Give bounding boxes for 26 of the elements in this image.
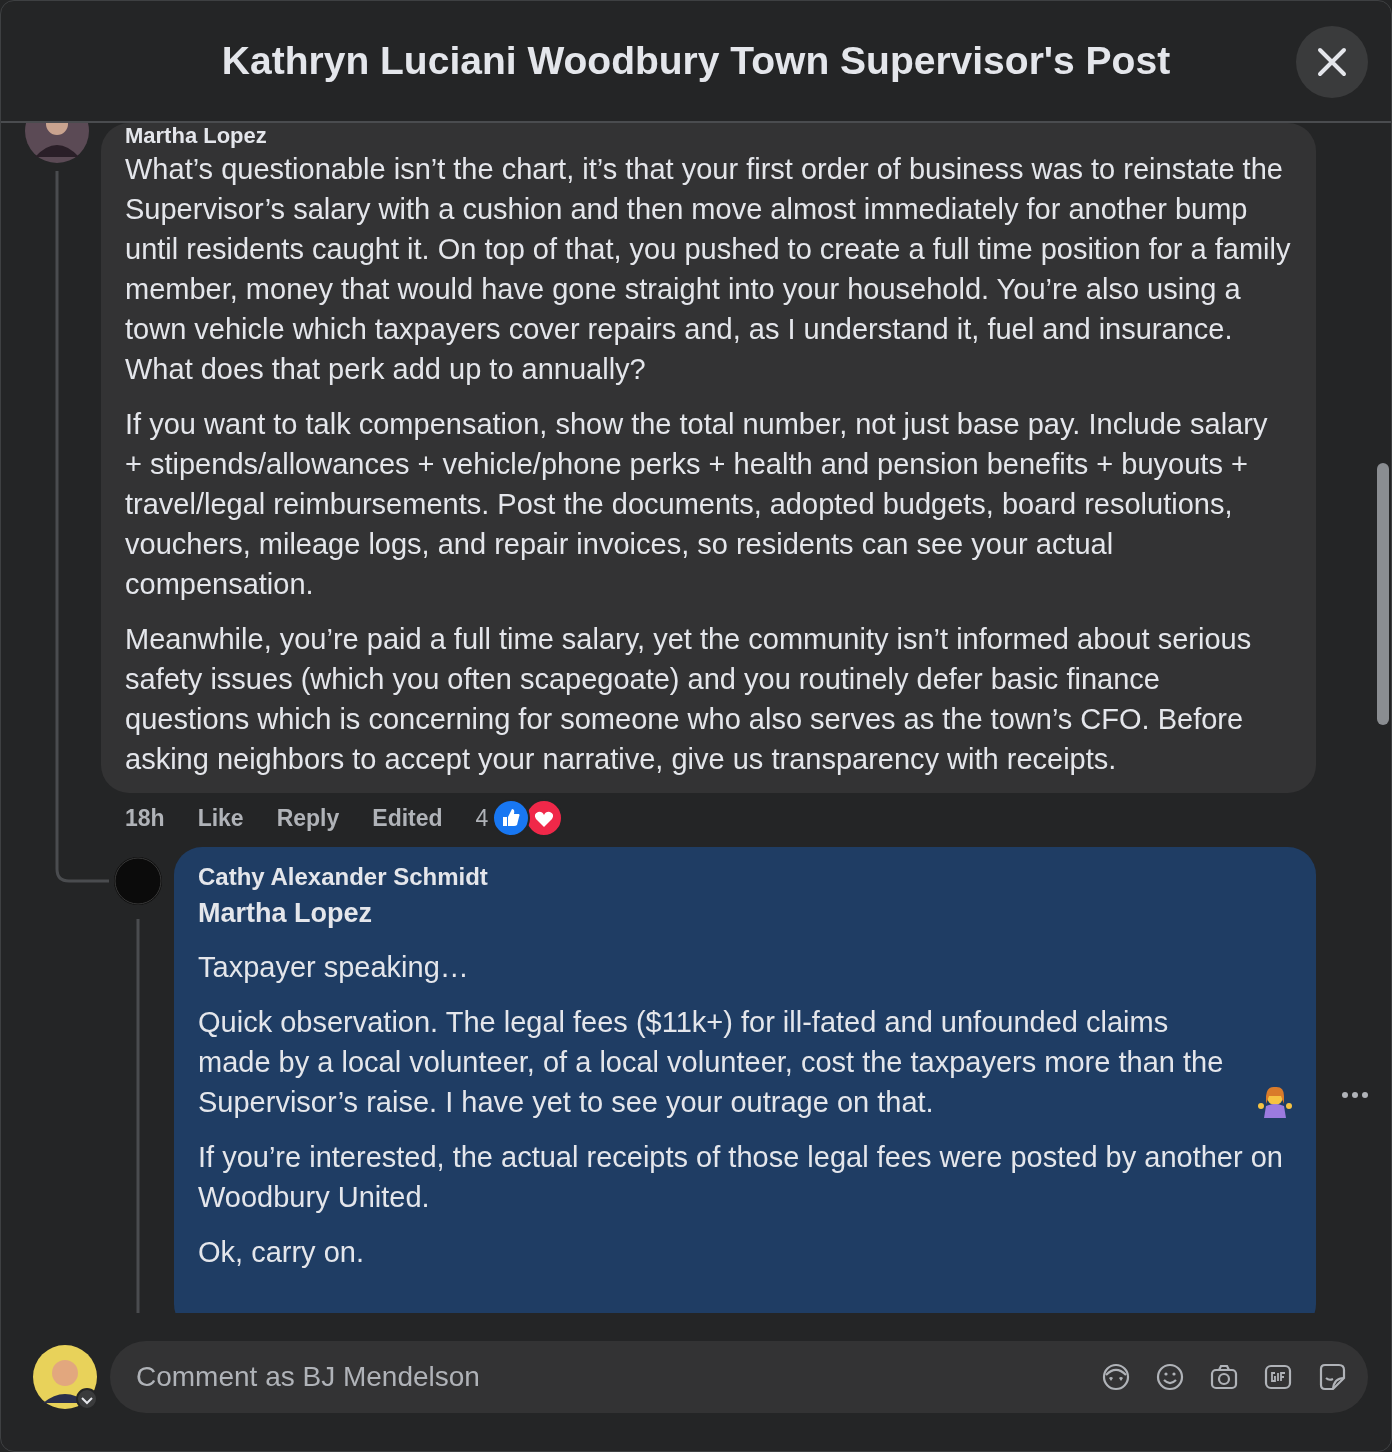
action-link[interactable]: Like <box>197 800 244 836</box>
edited-label: Edited <box>372 803 443 833</box>
window-title: Kathryn Luciani Woodbury Town Supervisor's Post <box>221 37 1171 84</box>
author-name[interactable]: Martha Lopez <box>125 123 1292 149</box>
avatar-sticker-icon[interactable] <box>1100 1361 1132 1393</box>
avatar <box>114 857 162 905</box>
scrollbar[interactable] <box>1377 463 1389 725</box>
timestamp[interactable]: 18h <box>125 800 165 836</box>
comment-text: What’s questionable isn’t the chart, it’s that your first order of business was to reinstate the Supervisor’s salary with a cushion and then move almost immediately for another bump until residents caught it. On top of that, you pushed to create a full time position for a family member, money that would have gone straight into your household. You’re also using a town vehicle which taxpayers cover repairs and, as I understand it, fuel and insurance. What does that perk add up to annually? <box>125 153 1291 385</box>
composer-bar[interactable]: Comment as BJ Mendelson <box>110 1341 1368 1413</box>
comment-text: If you want to talk compensation, show the total number, not just base pay. Include salary + stipends/allowances + vehicle/phone perks + health and pension benefits + buyouts + travel/legal reimbursements. Post the documents, adopted budgets, board resolutions, vouchers, mileage logs, and repair invoices, so residents can see your actual compensation. <box>125 408 1268 600</box>
shrug-emoji-icon <box>1258 1084 1292 1118</box>
emoji-icon[interactable] <box>1154 1361 1186 1393</box>
mention-tag[interactable]: Martha Lopez <box>198 893 1292 933</box>
comment-text: Quick observation. The legal fees ($11k+) for ill-fated and unfounded claims made by a local volunteer, of a local volunteer, cost the taxpayers more than the Supervisor’s raise. I have yet to see your outrage on that. <box>198 1005 1225 1120</box>
avatar <box>33 1345 97 1409</box>
comment-text: Meanwhile, you’re paid a full time salary, yet the community isn’t informed about serious safety issues (which you often scapegoate) and you routinely defer basic finance questions which is concerning for someone who also serves as the town’s CFO. Before asking neighbors to accept your narrative, give us transparency with receipts. <box>125 623 1252 775</box>
close-icon <box>1317 47 1347 77</box>
comment-text: Ok, carry on. <box>198 1236 364 1268</box>
author-name[interactable]: Cathy Alexander Schmidt <box>198 861 1292 893</box>
comment-text: Taxpayer speaking… <box>198 951 469 983</box>
more-options-icon[interactable] <box>1341 1091 1369 1099</box>
comment-text: If you’re interested, the actual receipts of those legal fees were posted by another on Woodbury United. <box>198 1141 1283 1213</box>
comment-input-field[interactable]: Comment as BJ Mendelson <box>134 1355 1078 1399</box>
reaction-count[interactable]: 4 <box>475 800 489 836</box>
action-link[interactable]: Reply <box>276 800 340 836</box>
